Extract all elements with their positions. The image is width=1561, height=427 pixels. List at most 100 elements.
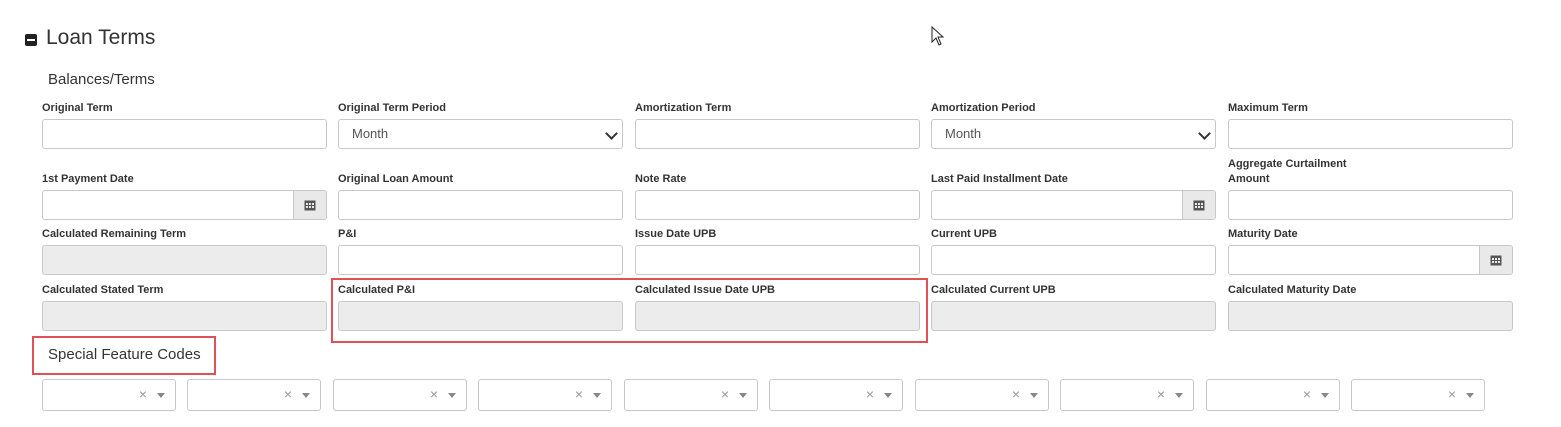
clear-icon[interactable]: ×	[1012, 386, 1020, 402]
note-rate-input[interactable]	[635, 190, 920, 220]
field-label: Maximum Term	[1228, 102, 1308, 114]
field-label: Calculated Current UPB	[931, 284, 1056, 296]
chevron-down-icon	[605, 127, 618, 140]
selected-value: Month	[945, 126, 982, 141]
clear-icon[interactable]: ×	[721, 386, 729, 402]
special-feature-code-select[interactable]: ×	[769, 379, 903, 411]
caret-down-icon	[302, 393, 310, 398]
amortization-period-select[interactable]: Month	[931, 119, 1216, 149]
special-feature-codes-title: Special Feature Codes	[48, 346, 201, 363]
clear-icon[interactable]: ×	[1303, 386, 1311, 402]
original-term-period-field: Original Term Period Month	[338, 101, 623, 149]
clear-icon[interactable]: ×	[575, 386, 583, 402]
amortization-term-input[interactable]	[635, 119, 920, 149]
last-paid-installment-date-input[interactable]	[931, 190, 1216, 220]
field-label: Maturity Date	[1228, 228, 1298, 240]
special-feature-code-select[interactable]: ×	[1206, 379, 1340, 411]
original-term-field: Original Term	[42, 101, 327, 149]
field-label: Calculated Stated Term	[42, 284, 164, 296]
field-label: Calculated Remaining Term	[42, 228, 187, 240]
original-term-period-select[interactable]: Month	[338, 119, 623, 149]
first-payment-date-input[interactable]	[42, 190, 327, 220]
field-label: Current UPB	[931, 228, 998, 240]
issue-date-upb-field: Issue Date UPB	[635, 227, 920, 275]
caret-down-icon	[1466, 393, 1474, 398]
calendar-button[interactable]	[293, 191, 326, 219]
clear-icon[interactable]: ×	[139, 386, 147, 402]
maturity-date-input[interactable]	[1228, 245, 1513, 275]
field-label: Last Paid Installment Date	[931, 173, 1068, 185]
original-loan-amount-input[interactable]	[338, 190, 623, 220]
chevron-down-icon	[1198, 127, 1211, 140]
amortization-term-field: Amortization Term	[635, 101, 920, 149]
caret-down-icon	[1175, 393, 1183, 398]
issue-date-upb-input[interactable]	[635, 245, 920, 275]
first-payment-date-field: 1st Payment Date	[42, 172, 327, 220]
caret-down-icon	[448, 393, 456, 398]
pi-input[interactable]	[338, 245, 623, 275]
last-paid-installment-date-field: Last Paid Installment Date	[931, 172, 1216, 220]
calendar-button[interactable]	[1479, 246, 1512, 274]
field-label: Amortization Term	[635, 102, 732, 114]
special-feature-code-select[interactable]: ×	[915, 379, 1049, 411]
field-label: Original Loan Amount	[338, 173, 454, 185]
caret-down-icon	[593, 393, 601, 398]
calculated-stated-term-field: Calculated Stated Term	[42, 283, 327, 331]
clear-icon[interactable]: ×	[430, 386, 438, 402]
special-feature-code-select[interactable]: ×	[478, 379, 612, 411]
field-label: Calculated Maturity Date	[1228, 284, 1357, 296]
calculated-maturity-date-field: Calculated Maturity Date	[1228, 283, 1513, 331]
calculated-current-upb-input	[931, 301, 1216, 331]
calendar-button[interactable]	[1182, 191, 1215, 219]
field-label: Aggregate Curtailment Amount	[1228, 158, 1347, 185]
calculated-remaining-term-field: Calculated Remaining Term	[42, 227, 327, 275]
special-feature-code-select[interactable]: ×	[42, 379, 176, 411]
field-label: P&I	[338, 228, 357, 240]
clear-icon[interactable]: ×	[866, 386, 874, 402]
special-feature-code-select[interactable]: ×	[333, 379, 467, 411]
calendar-icon	[1490, 255, 1502, 266]
field-label: Note Rate	[635, 173, 687, 185]
original-term-input[interactable]	[42, 119, 327, 149]
special-feature-code-select[interactable]: ×	[624, 379, 758, 411]
field-label: Issue Date UPB	[635, 228, 717, 240]
field-label: Amortization Period	[931, 102, 1036, 114]
current-upb-field: Current UPB	[931, 227, 1216, 275]
calendar-icon	[1193, 200, 1205, 211]
clear-icon[interactable]: ×	[284, 386, 292, 402]
clear-icon[interactable]: ×	[1157, 386, 1165, 402]
calendar-icon	[304, 200, 316, 211]
calculated-fields-highlight	[331, 278, 928, 343]
special-feature-code-select[interactable]: ×	[187, 379, 321, 411]
pi-field: P&I	[338, 227, 623, 275]
note-rate-field: Note Rate	[635, 172, 920, 220]
field-label: Original Term	[42, 102, 113, 114]
calculated-maturity-date-input	[1228, 301, 1513, 331]
special-feature-code-select[interactable]: ×	[1060, 379, 1194, 411]
selected-value: Month	[352, 126, 389, 141]
aggregate-curtailment-amount-input[interactable]	[1228, 190, 1513, 220]
calculated-stated-term-input	[42, 301, 327, 331]
maturity-date-field: Maturity Date	[1228, 227, 1513, 275]
maximum-term-input[interactable]	[1228, 119, 1513, 149]
calculated-remaining-term-input	[42, 245, 327, 275]
caret-down-icon	[1030, 393, 1038, 398]
field-label: Original Term Period	[338, 102, 446, 114]
calculated-current-upb-field: Calculated Current UPB	[931, 283, 1216, 331]
section-title: Loan Terms	[46, 26, 156, 49]
caret-down-icon	[1321, 393, 1329, 398]
aggregate-curtailment-amount-field: Aggregate Curtailment Amount	[1228, 157, 1513, 220]
field-label: 1st Payment Date	[42, 173, 134, 185]
original-loan-amount-field: Original Loan Amount	[338, 172, 623, 220]
mouse-cursor-icon	[931, 26, 945, 46]
collapse-section-icon[interactable]	[25, 34, 37, 46]
caret-down-icon	[884, 393, 892, 398]
balances-terms-title: Balances/Terms	[48, 71, 155, 88]
clear-icon[interactable]: ×	[1448, 386, 1456, 402]
special-feature-code-select[interactable]: ×	[1351, 379, 1485, 411]
maximum-term-field: Maximum Term	[1228, 101, 1513, 149]
current-upb-input[interactable]	[931, 245, 1216, 275]
caret-down-icon	[739, 393, 747, 398]
amortization-period-field: Amortization Period Month	[931, 101, 1216, 149]
caret-down-icon	[157, 393, 165, 398]
